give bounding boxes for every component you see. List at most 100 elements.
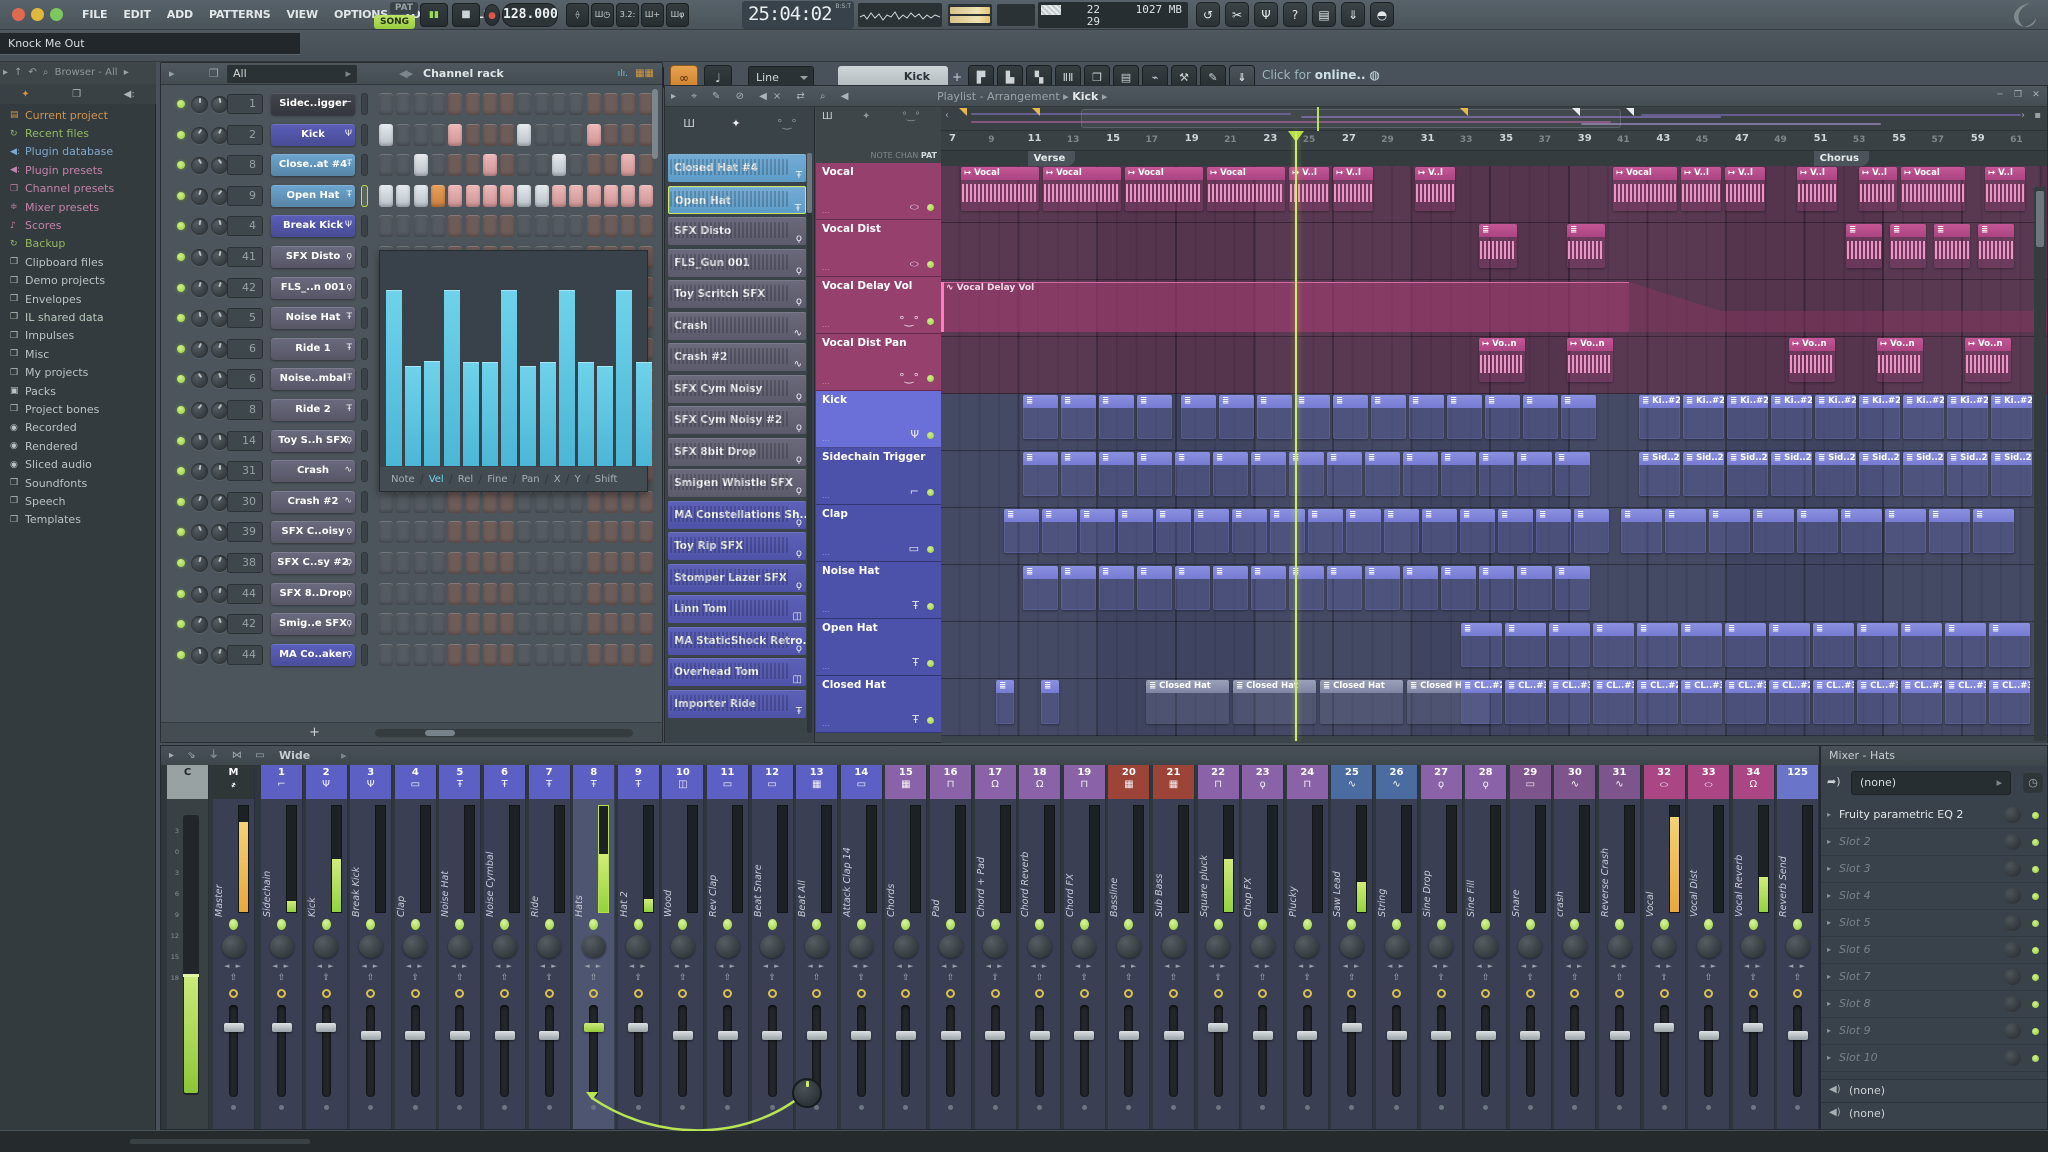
slot-mix-knob[interactable] [2004,807,2021,823]
strip-send-ring[interactable] [410,989,420,998]
step-cell[interactable] [482,154,497,177]
clip[interactable]: ≣ [1023,452,1058,496]
picker-item-toy-rip-sfx[interactable]: Toy Rip SFXϙ [668,531,806,562]
clip[interactable]: ≣ [1118,509,1153,553]
strip-sep-arrows[interactable]: ◄ ► [261,962,302,970]
clip[interactable]: ↦ V..l [1985,167,2025,211]
strip-enable-led[interactable] [1169,919,1178,930]
clip[interactable]: ≣ [1753,509,1794,553]
strip-send-ring[interactable] [1079,989,1089,998]
strip-fader-handle[interactable] [316,1023,337,1032]
strip-header[interactable]: 32 ○ [1643,765,1685,799]
timeline-tick[interactable]: 59 [1971,133,1985,144]
step-cell[interactable] [586,643,601,666]
track-header-noise-hat[interactable]: Noise Hat... Ŧ [816,562,941,619]
channel-pan-knob[interactable] [191,646,208,664]
files-tab-icon[interactable]: ❐ [72,89,81,100]
clip[interactable]: ≣ [1175,452,1210,496]
strip-fader-track[interactable] [544,1005,554,1097]
strip-header[interactable]: 14 ▭ [840,765,882,799]
channel-enable-led[interactable] [177,467,185,476]
clip[interactable]: ≣ [1447,395,1482,439]
clip[interactable]: ↦ V..l [1415,167,1455,211]
strip-route-icon[interactable]: ⇧ [529,973,570,983]
strip-enable-led[interactable] [366,919,376,930]
clip[interactable]: ≣ [1621,509,1662,553]
clip[interactable]: ≣ [1023,395,1058,439]
track-enable-led[interactable] [927,660,934,667]
step-cell[interactable] [465,521,480,544]
strip-fader-handle[interactable] [762,1031,783,1040]
track-enable-led[interactable] [927,489,934,496]
online-content-link[interactable]: Click for online.. ◍ [1262,68,1380,82]
strip-sep-arrows[interactable]: ◄ ► [1108,962,1149,970]
mixer-strip-noise-hat[interactable]: 5 Ŧ Noise Hat ◄ ► ⇧ [439,765,482,1129]
clip[interactable]: ≣ [1156,509,1191,553]
strip-enable-led[interactable] [1525,919,1535,930]
automation-filter-icon[interactable]: °‿° [777,117,797,130]
strip-sep-arrows[interactable]: ◄ ► [796,962,837,970]
strip-pan-knob[interactable] [1473,935,1498,958]
strip-sep-arrows[interactable]: ◄ ► [975,962,1016,970]
browser-item-scores[interactable]: ♪ Scores [0,216,156,234]
strip-fader-track[interactable] [1481,1005,1491,1097]
clip[interactable]: ≣ [1934,224,1970,268]
clip[interactable]: ≣ [1479,452,1514,496]
strip-fader-handle[interactable] [1654,1023,1675,1032]
channel-enable-led[interactable] [177,528,185,537]
step-cell[interactable] [569,613,584,636]
clip[interactable]: ≣ [1929,509,1970,553]
timeline-tick[interactable]: 43 [1656,133,1670,144]
strip-fader-handle[interactable] [1118,1031,1139,1040]
strip-sep-arrows[interactable]: ◄ ► [1510,962,1551,970]
strip-header[interactable]: 1 ⌐ [261,765,302,799]
step-cell[interactable] [569,154,584,177]
browser-header[interactable]: ▸ ↑ ↶ ⌕ Browser - All ▸ [0,62,156,84]
timeline-tick[interactable]: 29 [1381,135,1394,145]
tap-tempo-icon[interactable]: ⟠ [566,3,589,27]
track-header-clap[interactable]: Clap... ▭ [816,505,941,562]
step-cell[interactable] [534,613,549,636]
step-cell[interactable] [396,154,411,177]
strip-fader-track[interactable] [321,1005,331,1097]
timeline-tick[interactable]: 9 [988,135,994,145]
channel-number[interactable]: 42 [227,614,263,635]
clip[interactable]: ≣ [1479,566,1514,610]
strip-sep-arrows[interactable]: ◄ ► [439,962,480,970]
step-cell[interactable] [552,582,566,605]
channel-pan-knob[interactable] [191,249,208,266]
slot-expand-icon[interactable]: ▸ [1827,999,1831,1008]
channel-enable-led[interactable] [177,436,185,445]
track-lane-clap[interactable]: ≣ ≣ ≣ ≣ ≣ ≣ ≣ ≣ ≣ ≣ ≣ ≣ ≣ ≣ ≣ ≣ ≣ ≣ ≣ ≣ ≣ ≣ ≣ ≣ ≣ [941,508,2047,565]
strip-send-ring[interactable] [1525,989,1535,998]
clip[interactable]: ≣ [1403,566,1438,610]
step-cell[interactable] [430,643,445,666]
step-cell[interactable] [500,93,515,115]
clip[interactable]: ≣ [1989,623,2030,667]
track-enable-led[interactable] [927,375,934,382]
strip-pan-knob[interactable] [1250,935,1275,958]
strip-sep-arrows[interactable]: ◄ ► [1599,962,1640,970]
strip-fader-handle[interactable] [1029,1031,1050,1040]
step-cell[interactable] [638,490,653,513]
velocity-bar[interactable] [578,362,594,466]
slot-enable-led[interactable] [2032,974,2039,981]
strip-pan-knob[interactable] [715,935,740,958]
step-cell[interactable] [396,215,411,238]
wave-icon[interactable]: ✦ [862,111,870,122]
picker-item-sfx-disto[interactable]: SFX Distoϙ [668,216,806,247]
mixer-strip-rev-clap[interactable]: 11 ▭ Rev Clap ◄ ► ⇧ [707,765,749,1129]
channel-volume-knob[interactable] [211,371,228,389]
step-cell[interactable] [569,490,584,513]
strip-enable-led[interactable] [1748,919,1758,930]
clip[interactable]: ≣ [1422,509,1457,553]
step-cell[interactable] [621,643,636,666]
mixer-strip-c[interactable]: C 3 0 3 6 9 12 15 18 [167,765,209,1129]
clip[interactable]: ↦ V..l [1333,167,1373,211]
strip-send-ring[interactable] [229,989,238,998]
step-cell[interactable] [621,613,636,636]
strip-enable-led[interactable] [1570,919,1580,930]
clip[interactable]: ≣ [996,680,1014,724]
step-cell[interactable] [482,582,497,605]
velocity-bar[interactable] [597,366,614,466]
